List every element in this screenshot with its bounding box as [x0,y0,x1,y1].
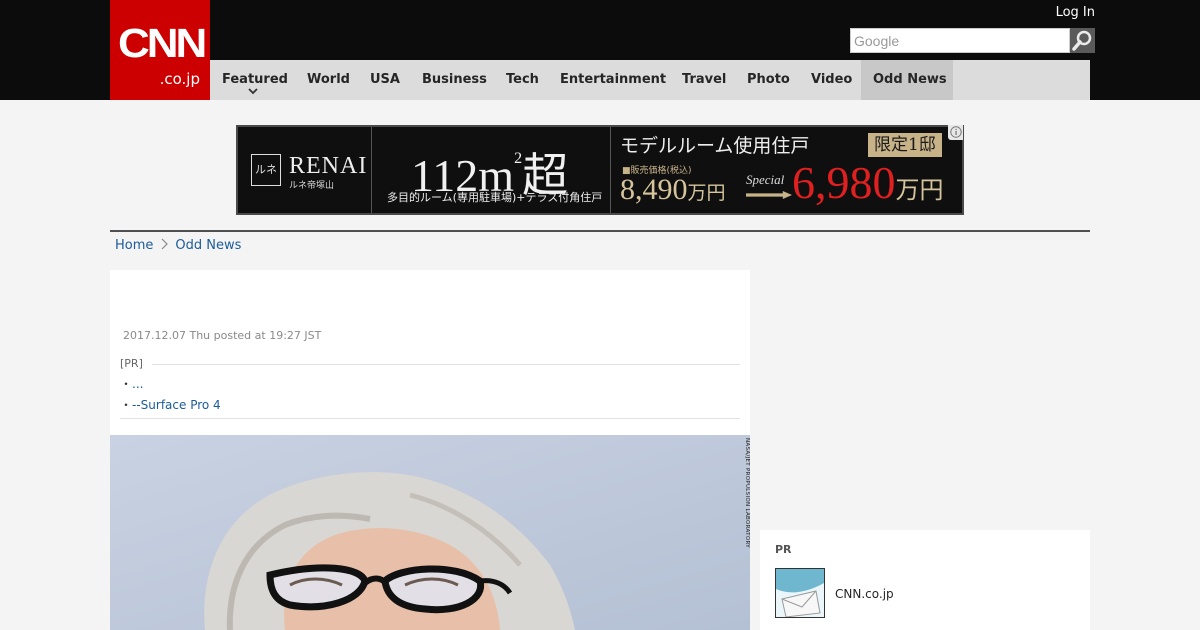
ad-old-price: 8,490万円 [620,173,726,206]
ad-brand-mark: ルネ [251,154,281,186]
ad-new-price: 6,980万円 [792,157,944,208]
photo-credit: NASA/JET PROPULSION LABORATORY [744,438,750,548]
mail-icon [776,569,824,617]
ad-special-label: Special [746,172,785,187]
site-header: CNN .co.jp Log In Featured World USA Bus… [0,0,1200,100]
search-input[interactable] [850,28,1070,53]
nav-item-entertainment[interactable]: Entertainment [560,60,666,100]
nav-item-tech[interactable]: Tech [506,60,539,100]
breadcrumb-home[interactable]: Home [115,238,153,253]
chevron-right-icon [161,238,169,250]
search-button[interactable] [1070,28,1095,53]
pr-link[interactable]: ... [132,377,143,391]
breadcrumb-section[interactable]: Odd News [175,238,241,253]
ad-choices-button[interactable] [948,125,963,140]
nav-item-label: Featured [222,72,288,87]
nav-item-odd-news[interactable]: Odd News [861,60,953,100]
pr-link-item: ・--Surface Pro 4 [120,397,740,413]
ad-brand-sub: ルネ帝塚山 [289,181,335,191]
pr-link-item: ・... [120,376,740,392]
info-icon [950,126,962,138]
sidebar-pr-label: PR [775,543,792,556]
nav-item-world[interactable]: World [307,60,350,100]
ad-badge: 限定1邸 [868,133,942,157]
ad-banner[interactable]: ルネ RENAI ルネ帝塚山 112m2超 多目的ルーム(専用駐車場)+テラス付… [236,125,964,215]
pr-divider [152,364,740,365]
nav-item-usa[interactable]: USA [370,60,400,100]
pr-header: [PR] [120,357,740,371]
arrow-right-icon [746,191,792,199]
search-icon [1072,30,1092,51]
logo-wordmark: CNN [118,21,207,67]
ad-area-description: 多目的ルーム(専用駐車場)+テラス付角住戸 [387,191,603,204]
sidebar-pr-box: PR CNN.co.jp [760,530,1090,630]
logo-domain: .co.jp [159,70,200,88]
login-link[interactable]: Log In [1056,5,1095,20]
nav-item-video[interactable]: Video [811,60,852,100]
chevron-down-icon [248,88,258,95]
pr-link[interactable]: --Surface Pro 4 [132,398,221,412]
ad-brand-panel: ルネ RENAI ルネ帝塚山 [238,127,372,213]
breadcrumb: Home Odd News [115,238,241,253]
article-card: 2017.12.07 Thu posted at 19:27 JST [PR] … [110,270,750,630]
nav-item-featured[interactable]: Featured [222,60,288,100]
ad-size-panel: 112m2超 多目的ルーム(専用駐車場)+テラス付角住戸 [373,127,611,213]
pr-thumbnail[interactable] [775,568,825,618]
ad-brand-name: RENAI [289,153,368,179]
ad-headline: モデルルーム使用住戸 [620,135,810,157]
pr-label: [PR] [120,357,143,370]
breadcrumb-divider [110,230,1090,232]
pr-links-box: [PR] ・... ・--Surface Pro 4 [120,357,740,419]
bullet: ・ [120,398,133,412]
nav-item-business[interactable]: Business [422,60,487,100]
cnn-logo[interactable]: CNN .co.jp [110,0,210,100]
pr-divider [120,418,740,419]
nav-item-travel[interactable]: Travel [682,60,726,100]
article-photo [110,435,750,630]
ad-price-panel: モデルルーム使用住戸 限定1邸 ■販売価格(税込) 8,490万円 Specia… [612,127,962,213]
main-nav: Featured World USA Business Tech Enterta… [210,60,1090,100]
nav-item-photo[interactable]: Photo [747,60,790,100]
sidebar-pr-link[interactable]: CNN.co.jp [835,587,894,601]
post-timestamp: 2017.12.07 Thu posted at 19:27 JST [123,329,322,342]
bullet: ・ [120,377,133,391]
